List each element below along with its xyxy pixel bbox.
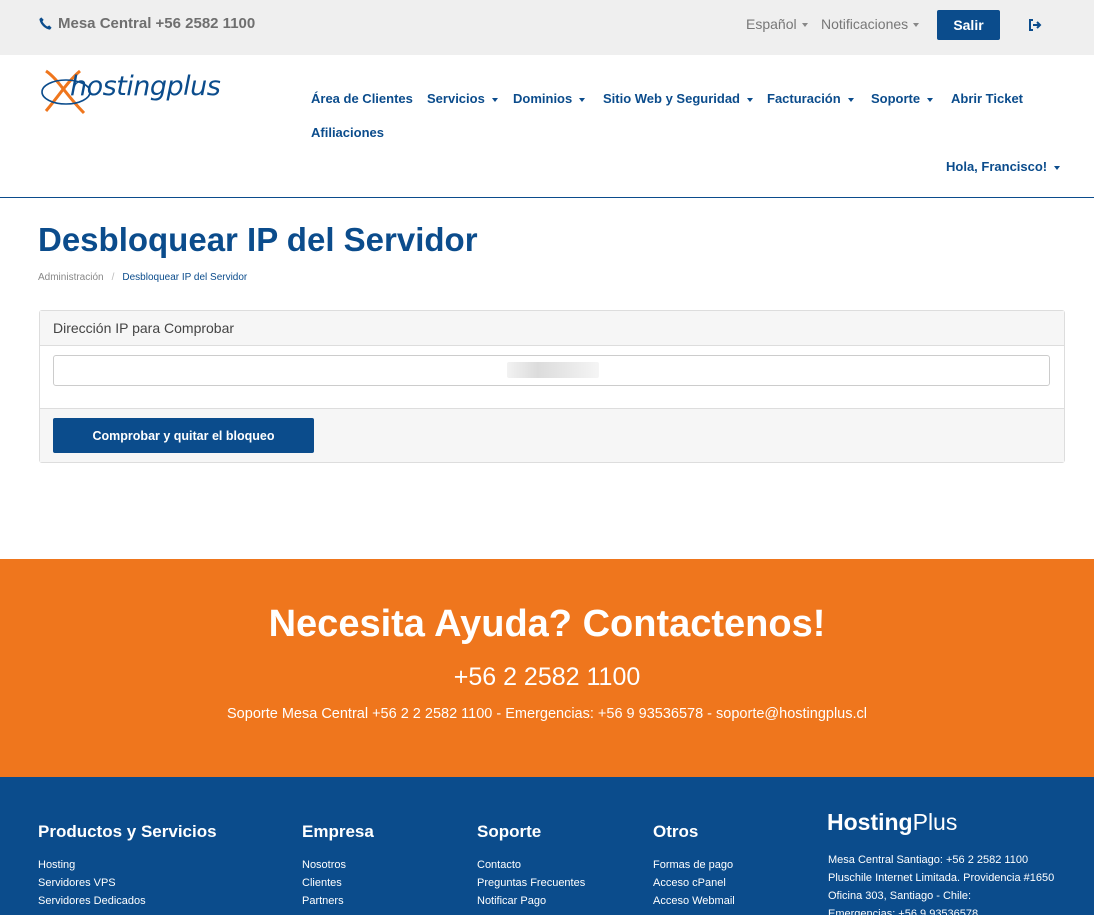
nav-label: Servicios <box>427 91 485 106</box>
address-line: Oficina 303, Santiago - Chile: <box>828 890 972 902</box>
top-bar: Mesa Central +56 2582 1100 Español Notif… <box>0 0 1094 55</box>
breadcrumb: Administración / Desbloquear IP del Serv… <box>38 272 247 283</box>
nav-label: Afiliaciones <box>311 125 384 140</box>
footer-link[interactable]: Formas de pago <box>653 856 735 874</box>
notifications-dropdown[interactable]: Notificaciones <box>821 16 920 32</box>
language-dropdown[interactable]: Español <box>746 16 808 32</box>
site-footer: Productos y Servicios Hosting Servidores… <box>0 777 1094 915</box>
phone-icon <box>39 17 52 30</box>
footer-brand-light: Plus <box>912 809 958 835</box>
logout-button[interactable]: Salir <box>937 10 1000 40</box>
nav-facturacion[interactable]: Facturación <box>767 91 854 106</box>
nav-label: Dominios <box>513 91 573 106</box>
footer-col-otros: Otros Formas de pago Acceso cPanel Acces… <box>653 822 735 910</box>
help-contact-line: Soporte Mesa Central +56 2 2 2582 1100 -… <box>227 706 867 722</box>
footer-link[interactable]: Servidores Dedicados <box>38 892 217 910</box>
footer-brand: HostingPlus <box>827 809 957 836</box>
logo-text: hostingplus <box>70 71 221 102</box>
footer-col-title: Otros <box>653 822 699 841</box>
chevron-down-icon <box>801 23 808 28</box>
help-title: Necesita Ayuda? Contactenos! <box>268 603 826 645</box>
nav-label: Soporte <box>871 91 921 106</box>
footer-link[interactable]: Hosting <box>38 856 217 874</box>
chevron-down-icon <box>747 97 754 102</box>
footer-link[interactable]: Partners <box>302 892 374 910</box>
nav-soporte[interactable]: Soporte <box>871 91 934 106</box>
phone-contact[interactable]: Mesa Central +56 2582 1100 <box>38 15 255 32</box>
phone-label: Mesa Central +56 2582 1100 <box>58 15 256 32</box>
address-line: Mesa Central Santiago: +56 2 2582 1100 <box>828 854 1029 866</box>
breadcrumb-current: Desbloquear IP del Servidor <box>122 272 248 283</box>
panel-footer: Comprobar y quitar el bloqueo <box>40 408 1064 462</box>
nav-dominios[interactable]: Dominios <box>513 91 586 106</box>
footer-link[interactable]: Contacto <box>477 856 585 874</box>
user-greeting: Hola, Francisco! <box>946 159 1048 174</box>
panel-heading: Dirección IP para Comprobar <box>40 311 1064 346</box>
footer-link[interactable]: Servidores VPS <box>38 874 217 892</box>
page-title: Desbloquear IP del Servidor <box>38 221 478 258</box>
chevron-down-icon <box>847 97 854 102</box>
chevron-down-icon <box>913 23 920 28</box>
nav-label: Área de Clientes <box>311 91 413 106</box>
address-line: Pluschile Internet Limitada. Providencia… <box>828 872 1055 884</box>
chevron-down-icon <box>927 97 934 102</box>
nav-label: Abrir Ticket <box>951 91 1024 106</box>
breadcrumb-home[interactable]: Administración <box>38 272 104 283</box>
footer-col-title: Empresa <box>302 822 374 841</box>
help-banner: Necesita Ayuda? Contactenos! +56 2 2582 … <box>0 559 1094 777</box>
unblock-ip-panel: Dirección IP para Comprobar Comprobar y … <box>39 310 1065 463</box>
footer-col-empresa: Empresa Nosotros Clientes Partners <box>302 822 374 910</box>
main-header: hostingplus Área de Clientes Servicios D… <box>0 55 1094 198</box>
panel-body <box>40 346 1064 408</box>
sign-out-icon[interactable] <box>1027 17 1043 33</box>
chevron-down-icon <box>579 97 586 102</box>
chevron-down-icon <box>491 97 498 102</box>
nav-servicios[interactable]: Servicios <box>427 91 498 106</box>
help-phone[interactable]: +56 2 2582 1100 <box>0 663 1094 692</box>
footer-link[interactable]: Notificar Pago <box>477 892 585 910</box>
footer-col-title: Productos y Servicios <box>38 822 217 841</box>
footer-col-productos: Productos y Servicios Hosting Servidores… <box>38 822 217 910</box>
footer-brand-bold: Hosting <box>827 809 913 835</box>
check-unblock-button[interactable]: Comprobar y quitar el bloqueo <box>53 418 314 453</box>
footer-link[interactable]: Acceso Webmail <box>653 892 735 910</box>
language-label: Español <box>746 16 797 32</box>
nav-afiliaciones[interactable]: Afiliaciones <box>311 125 384 140</box>
nav-sitio-web-seguridad[interactable]: Sitio Web y Seguridad <box>603 91 754 106</box>
footer-col-soporte: Soporte Contacto Preguntas Frecuentes No… <box>477 822 585 910</box>
nav-label: Sitio Web y Seguridad <box>603 91 741 106</box>
ip-address-input[interactable] <box>53 355 1050 386</box>
footer-col-title: Soporte <box>477 822 542 841</box>
notifications-label: Notificaciones <box>821 16 909 32</box>
ip-address-value-redacted <box>507 362 599 378</box>
nav-abrir-ticket[interactable]: Abrir Ticket <box>951 91 1023 106</box>
footer-address: Mesa Central Santiago: +56 2 2582 1100 P… <box>828 851 1054 915</box>
logo[interactable]: hostingplus <box>40 65 230 120</box>
nav-label: Facturación <box>767 91 841 106</box>
footer-link[interactable]: Preguntas Frecuentes <box>477 874 585 892</box>
chevron-down-icon <box>1054 165 1061 170</box>
user-menu[interactable]: Hola, Francisco! <box>946 159 1061 174</box>
breadcrumb-separator: / <box>111 272 115 283</box>
footer-link[interactable]: Acceso cPanel <box>653 874 735 892</box>
footer-link[interactable]: Nosotros <box>302 856 374 874</box>
footer-link[interactable]: Clientes <box>302 874 374 892</box>
nav-area-clientes[interactable]: Área de Clientes <box>311 91 413 106</box>
address-line: Emergencias: +56 9 93536578 <box>828 908 979 915</box>
